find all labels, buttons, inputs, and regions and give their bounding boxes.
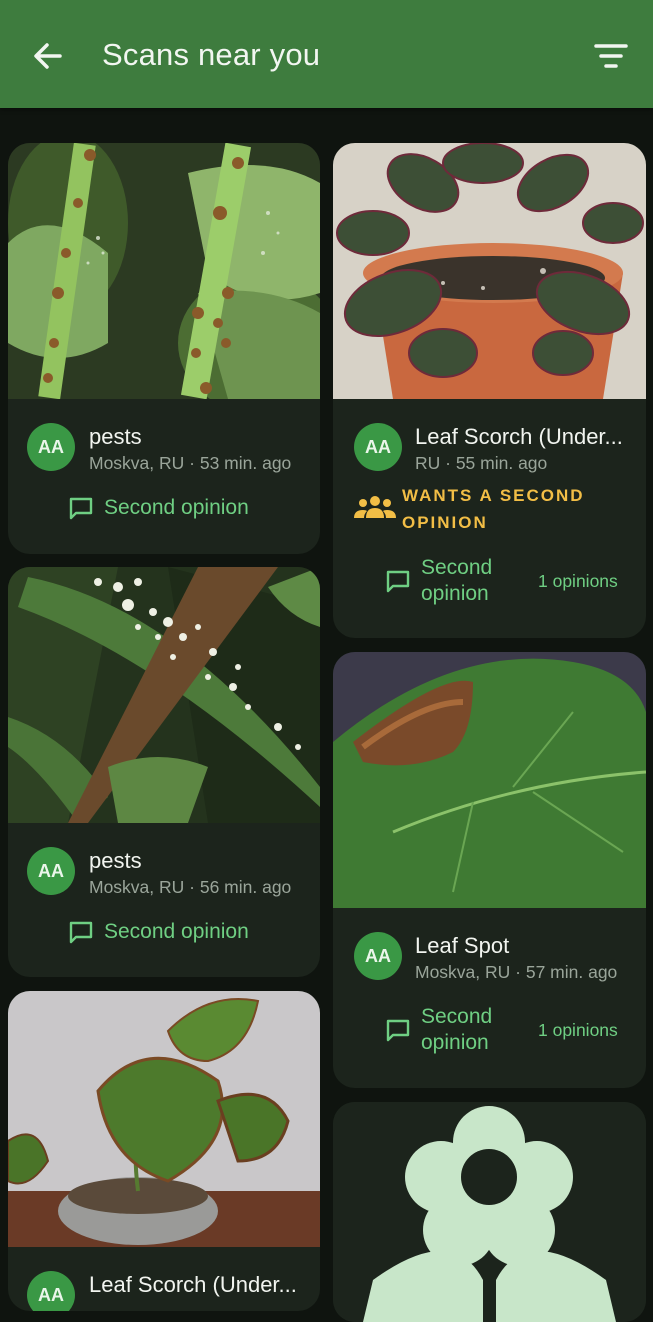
app-bar: Scans near you: [0, 0, 653, 108]
scan-card-placeholder[interactable]: [333, 1102, 646, 1322]
scan-meta: Moskva, RU · 53 min. ago: [89, 453, 292, 473]
avatar: AA: [27, 847, 75, 895]
avatar: AA: [27, 423, 75, 471]
scan-card-pests-2[interactable]: AA pests Moskva, RU · 56 min. ago Second…: [8, 567, 320, 977]
second-opinion-label: Second opinion: [104, 920, 249, 943]
scan-meta: Moskva, RU · 57 min. ago: [415, 962, 618, 982]
flower-icon: [333, 1102, 646, 1322]
second-opinion-label-2: opinion: [421, 1031, 489, 1054]
avatar: AA: [354, 932, 402, 980]
scan-card-leaf-scorch[interactable]: AA Leaf Scorch (Under... RU · 55 min. ag…: [333, 143, 646, 638]
scan-title: Leaf Scorch (Under...: [415, 424, 623, 449]
scan-meta: Moskva, RU · 56 min. ago: [89, 877, 292, 897]
avatar: AA: [27, 1271, 75, 1311]
second-opinion-button[interactable]: Second opinion: [68, 495, 249, 521]
plant-photo-leaf-whiteflies: [8, 567, 320, 823]
opinions-count[interactable]: 1 opinions: [538, 1020, 618, 1041]
arrow-back-icon[interactable]: [28, 36, 68, 76]
wants-second-opinion-badge: WANTS A SECOND OPINION: [402, 482, 585, 536]
group-icon: [354, 496, 396, 518]
opinions-count[interactable]: 1 opinions: [538, 571, 618, 592]
scan-title: Leaf Scorch (Under...: [89, 1272, 297, 1297]
second-opinion-label-1: Second: [421, 1005, 493, 1028]
wants-line-1: WANTS A SECOND: [402, 486, 585, 505]
second-opinion-label: Second opinion: [104, 496, 249, 519]
second-opinion-label-2: opinion: [421, 582, 489, 605]
comment-icon: [69, 921, 93, 944]
plant-photo-monstera: [8, 991, 320, 1247]
second-opinion-button[interactable]: Second opinion: [68, 919, 249, 945]
second-opinion-label-1: Second: [421, 556, 493, 579]
avatar: AA: [354, 423, 402, 471]
scan-meta: RU · 55 min. ago: [415, 453, 548, 473]
plant-photo-stems-pests: [8, 143, 320, 399]
comment-icon: [69, 497, 93, 520]
scan-title: pests: [89, 424, 142, 449]
wants-line-2: OPINION: [402, 513, 488, 532]
scan-card-leaf-spot[interactable]: AA Leaf Spot Moskva, RU · 57 min. ago Se…: [333, 652, 646, 1088]
second-opinion-button[interactable]: Second opinion: [385, 555, 492, 607]
second-opinion-button[interactable]: Second opinion: [385, 1004, 492, 1056]
scan-card-leaf-scorch-2[interactable]: AA Leaf Scorch (Under...: [8, 991, 320, 1311]
comment-icon: [386, 570, 410, 593]
plant-photo-potted-violet: [333, 143, 646, 399]
scan-title: pests: [89, 848, 142, 873]
scan-card-pests-1[interactable]: AA pests Moskva, RU · 53 min. ago Second…: [8, 143, 320, 554]
plant-photo-leaf-spot: [333, 652, 646, 908]
page-title: Scans near you: [102, 37, 321, 72]
comment-icon: [386, 1019, 410, 1042]
scan-title: Leaf Spot: [415, 933, 510, 958]
filter-list-icon[interactable]: [590, 36, 632, 76]
